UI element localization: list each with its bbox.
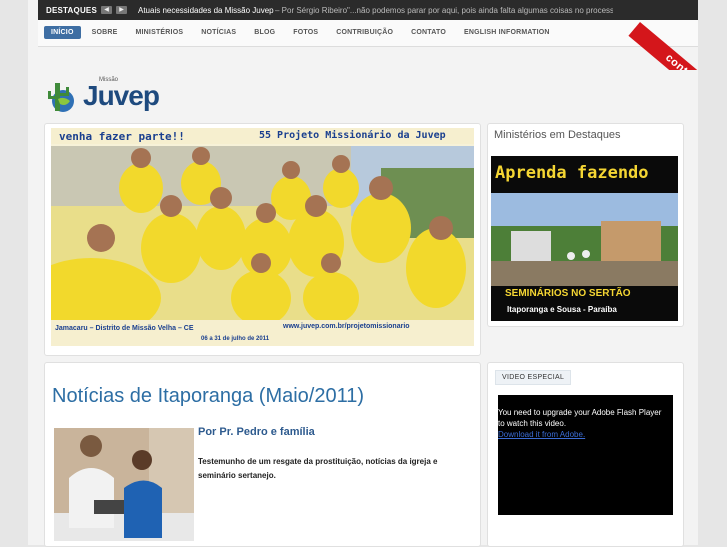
featured-ministries-title: Ministérios em Destaques (494, 129, 621, 141)
nav-item-5[interactable]: BLOG (247, 26, 282, 39)
feature-footer-left: Jamacaru – Distrito de Missão Velha – CE (55, 325, 194, 332)
ticker-prev-icon[interactable]: ◀ (101, 6, 112, 14)
ticker-headline[interactable]: Atuais necessidades da Missão Juvep (138, 6, 274, 15)
logo-wordmark: Juvep (83, 80, 160, 111)
contribute-ribbon[interactable]: contribua (620, 0, 727, 70)
ticker-bar: DESTAQUES ◀ ▶ Atuais necessidades da Mis… (38, 0, 698, 20)
nav-item-4[interactable]: NOTÍCIAS (194, 26, 243, 39)
latest-post: Notícias de Itaporanga (Maio/2011) Por P… (44, 362, 481, 547)
promo-sub-text: Itaporanga e Sousa - Paraíba (507, 305, 617, 314)
adobe-download-link[interactable]: Download it from Adobe. (498, 430, 585, 439)
post-photo[interactable] (54, 428, 194, 541)
post-author: Por Pr. Pedro e família (198, 426, 315, 438)
post-title[interactable]: Notícias de Itaporanga (Maio/2011) (52, 385, 364, 408)
ticker-excerpt: – Por Sérgio Ribeiro"...não podemos para… (275, 6, 613, 15)
feature-slider[interactable]: venha fazer parte!! 55 Projeto Missionár… (44, 123, 481, 356)
ticker-next-icon[interactable]: ▶ (116, 6, 127, 14)
featured-ministries-box: Ministérios em Destaques Aprenda fazendo… (487, 123, 684, 327)
ticker-label: DESTAQUES (46, 6, 97, 15)
feature-footer-right: www.juvep.com.br/projetomissionario (283, 323, 410, 330)
feature-image[interactable]: venha fazer parte!! 55 Projeto Missionár… (51, 128, 474, 346)
promo-top-text: Aprenda fazendo (495, 163, 649, 183)
cactus-globe-icon (48, 83, 74, 112)
video-player[interactable]: You need to upgrade your Adobe Flash Pla… (498, 395, 673, 515)
nav-item-8[interactable]: CONTATO (404, 26, 453, 39)
feature-footer-dates: 06 a 31 de julho de 2011 (201, 336, 270, 342)
nav-item-7[interactable]: CONTRIBUIÇÃO (329, 26, 400, 39)
tab-video-especial[interactable]: VIDEO ESPECIAL (495, 370, 572, 385)
feature-headline-right: 55 Projeto Missionário da Juvep (259, 130, 446, 141)
main-nav: INÍCIO SOBRE MINISTÉRIOS NOTÍCIAS BLOG FOTOS C… (38, 20, 698, 47)
site-logo[interactable]: Missão Juvep (45, 75, 160, 119)
flash-upgrade-message: You need to upgrade your Adobe Flash Pla… (498, 407, 668, 440)
special-video-box: VIDEO ESPECIAL You need to upgrade your … (487, 362, 684, 547)
nav-item-1[interactable]: INÍCIO (44, 26, 81, 39)
feature-headline-left: venha fazer parte!! (59, 130, 185, 143)
seminars-promo-image[interactable]: Aprenda fazendo SEMINÁRIOS NO SERTÃO Ita… (491, 156, 678, 321)
promo-bottom-text: SEMINÁRIOS NO SERTÃO (505, 288, 631, 299)
ribbon-label[interactable]: contribua (628, 22, 727, 70)
flash-message-text: You need to upgrade your Adobe Flash Pla… (498, 408, 662, 428)
post-excerpt: Testemunho de um resgate da prostituição… (198, 457, 438, 480)
nav-item-2[interactable]: SOBRE (85, 26, 125, 39)
nav-item-6[interactable]: FOTOS (286, 26, 325, 39)
nav-item-9[interactable]: ENGLISH INFORMATION (457, 26, 557, 39)
nav-item-3[interactable]: MINISTÉRIOS (129, 26, 191, 39)
